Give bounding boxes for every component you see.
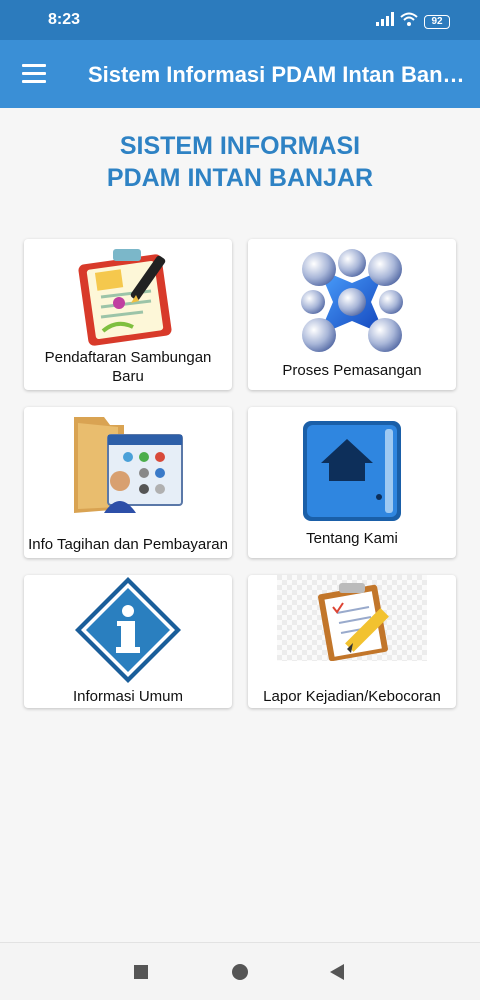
menu-card-label: Info Tagihan dan Pembayaran	[28, 536, 228, 553]
connected-molecule-icon	[297, 247, 407, 362]
app-bar: Sistem Informasi PDAM Intan Banjar	[0, 40, 480, 108]
home-book-icon	[299, 419, 405, 528]
page-heading: SISTEM INFORMASI PDAM INTAN BANJAR	[0, 130, 480, 194]
menu-card-info-tagihan[interactable]: Info Tagihan dan Pembayaran	[24, 407, 232, 558]
heading-line-1: SISTEM INFORMASI	[119, 132, 361, 160]
battery-icon: 92	[424, 14, 450, 29]
menu-card-informasi-umum[interactable]: Informasi Umum	[24, 575, 232, 708]
registration-form-icon	[73, 245, 183, 354]
wifi-icon	[400, 12, 418, 31]
menu-card-proses-pemasangan[interactable]: Proses Pemasangan	[248, 239, 456, 390]
status-icons: 92	[376, 12, 450, 31]
menu-card-tentang-kami[interactable]: Tentang Kami	[248, 407, 456, 558]
menu-card-label: Informasi Umum	[72, 688, 184, 705]
menu-card-label: Tentang Kami	[306, 530, 398, 547]
signal-icon	[376, 12, 394, 31]
back-icon[interactable]	[330, 964, 344, 985]
menu-card-pendaftaran[interactable]: Pendaftaran Sambungan Baru	[24, 239, 232, 390]
home-icon[interactable]	[232, 964, 248, 985]
report-clipboard-icon	[277, 575, 427, 666]
menu-card-label: Proses Pemasangan	[282, 362, 422, 379]
system-nav-bar	[0, 942, 480, 1000]
status-bar: 8:23 92	[0, 0, 480, 40]
billing-folder-icon	[68, 409, 188, 524]
menu-card-lapor-kejadian[interactable]: Lapor Kejadian/Kebocoran	[248, 575, 456, 708]
heading-line-2: PDAM INTAN BANJAR	[106, 164, 374, 192]
hamburger-menu-icon[interactable]	[22, 64, 46, 84]
info-diamond-icon	[71, 575, 185, 690]
recent-apps-icon[interactable]	[134, 965, 148, 984]
status-time: 8:23	[48, 11, 81, 28]
menu-card-label: Pendaftaran Sambungan Baru	[44, 349, 212, 385]
app-title: Sistem Informasi PDAM Intan Banjar	[88, 62, 468, 87]
menu-card-label: Lapor Kejadian/Kebocoran	[263, 688, 441, 705]
